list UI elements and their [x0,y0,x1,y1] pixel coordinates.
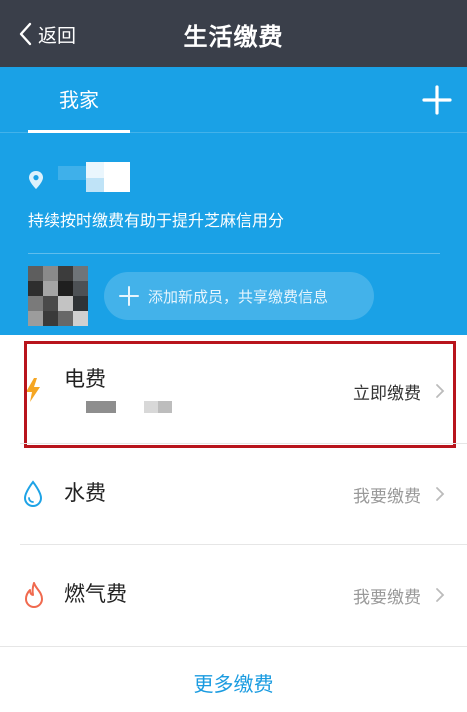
chevron-right-icon [436,588,445,602]
page-title: 生活缴费 [183,23,284,51]
bill-action[interactable]: 我要缴费 [353,482,421,507]
bill-row-water[interactable]: 水费 我要缴费 [0,444,467,544]
avatar[interactable] [28,266,88,326]
bill-name: 燃气费 [64,582,127,606]
address-mosaic [58,162,130,192]
row-divider [0,646,467,647]
credit-hint-text: 持续按时缴费有助于提升芝麻信用分 [28,211,285,230]
bill-name: 水费 [64,481,106,505]
more-bills-link[interactable]: 更多缴费 [0,668,467,697]
bill-row-gas[interactable]: 燃气费 我要缴费 [0,545,467,645]
plus-icon [119,286,139,306]
bill-action[interactable]: 我要缴费 [353,583,421,608]
title-bar: 返回 生活缴费 [0,0,467,67]
tab-my-home[interactable]: 我家 [28,85,130,133]
water-drop-icon [23,480,43,507]
header-divider [0,132,467,133]
section-divider [28,253,440,254]
chevron-right-icon [436,487,445,501]
add-member-button[interactable]: 添加新成员，共享缴费信息 [104,272,374,320]
tab-label: 我家 [59,88,99,112]
location-pin-icon [29,171,43,189]
highlight-box [24,341,456,448]
flame-icon [25,582,43,608]
add-member-label: 添加新成员，共享缴费信息 [148,287,329,306]
add-icon[interactable] [421,84,453,116]
